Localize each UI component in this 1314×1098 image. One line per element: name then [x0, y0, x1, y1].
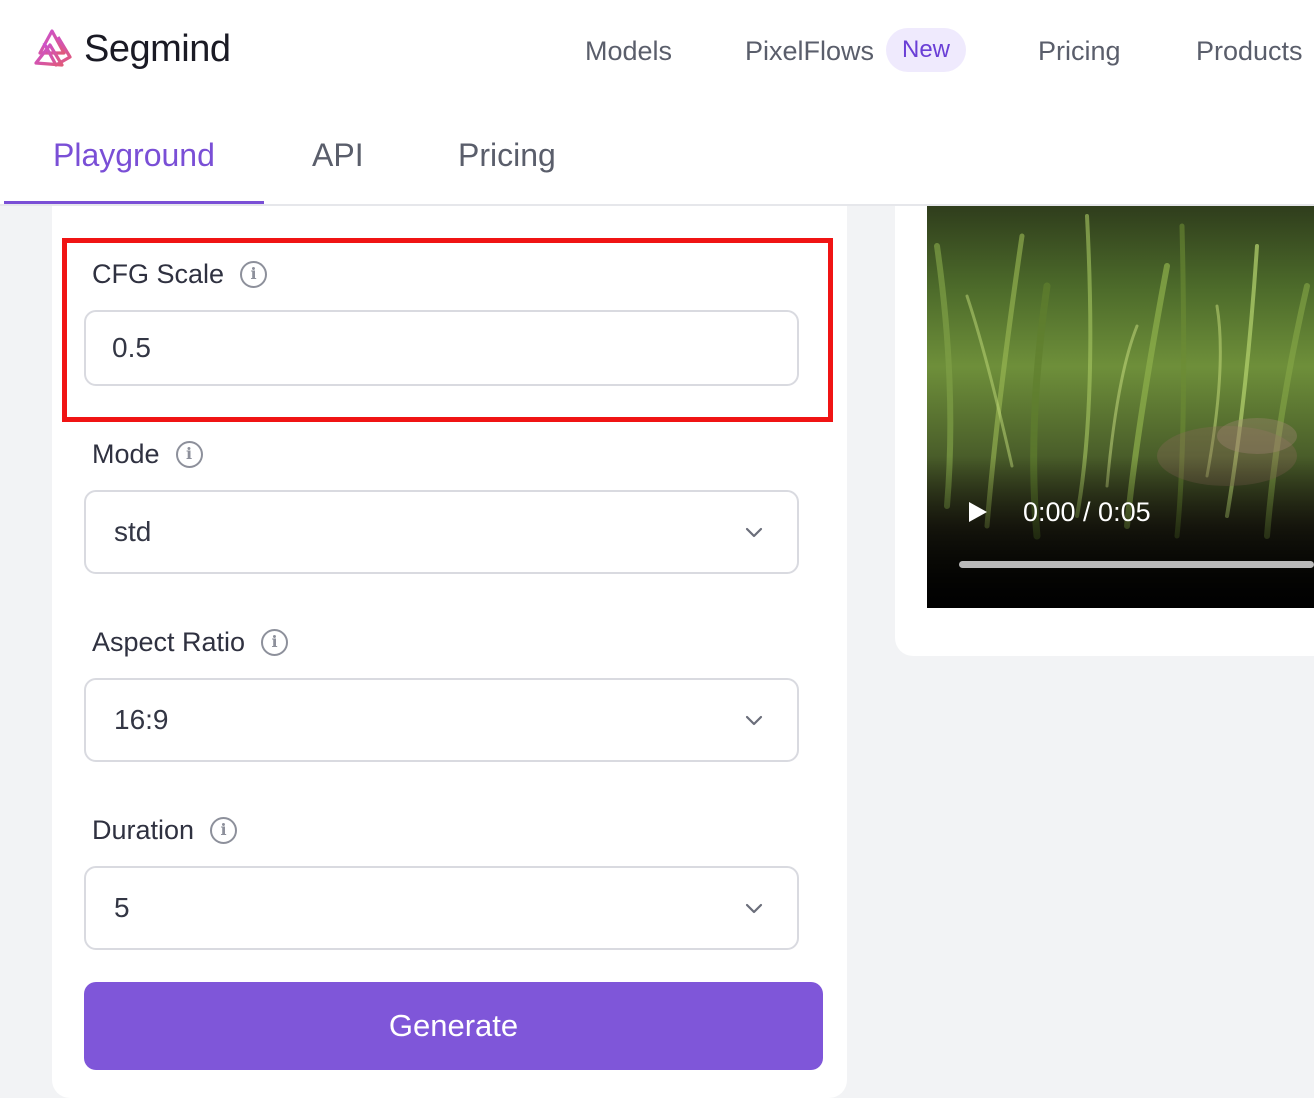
mode-selected-value: std [114, 516, 152, 547]
chevron-down-icon [745, 715, 763, 726]
model-tabs: Playground API Pricing [0, 100, 1314, 206]
brand-name: Segmind [84, 27, 231, 70]
highlight-box [62, 238, 833, 422]
video-progress-bar[interactable] [959, 561, 1314, 568]
tab-playground[interactable]: Playground [53, 136, 215, 174]
nav-products[interactable]: Products [1196, 34, 1303, 68]
segmind-logo-icon [34, 29, 72, 67]
tab-api[interactable]: API [312, 136, 364, 174]
aspect-ratio-label-text: Aspect Ratio [92, 627, 246, 657]
chevron-down-icon [745, 903, 763, 914]
brand-logo[interactable]: Segmind [32, 26, 231, 72]
aspect-ratio-label: Aspect Ratio i [92, 625, 289, 659]
nav-models[interactable]: Models [585, 34, 672, 68]
mode-label-text: Mode [92, 439, 160, 469]
duration-select[interactable]: 5 [84, 866, 799, 950]
aspect-ratio-selected-value: 16:9 [114, 704, 169, 735]
info-icon[interactable]: i [210, 816, 238, 844]
duration-label-text: Duration [92, 815, 195, 845]
video-player[interactable] [927, 206, 1314, 608]
chevron-down-icon [745, 527, 763, 538]
video-time-display: 0:00 / 0:05 [1023, 497, 1151, 527]
aspect-ratio-select[interactable]: 16:9 [84, 678, 799, 762]
info-icon[interactable]: i [261, 628, 289, 656]
info-icon[interactable]: i [175, 440, 203, 468]
active-tab-indicator [4, 201, 264, 204]
tab-pricing[interactable]: Pricing [458, 136, 556, 174]
new-badge: New [886, 28, 966, 72]
duration-label: Duration i [92, 813, 238, 847]
video-controls-gradient [927, 456, 1314, 608]
mode-label: Mode i [92, 437, 203, 471]
nav-pricing[interactable]: Pricing [1038, 34, 1121, 68]
top-navbar: Segmind Models PixelFlows New Pricing Pr… [0, 0, 1314, 100]
duration-selected-value: 5 [114, 892, 130, 923]
play-icon[interactable] [967, 500, 989, 524]
mode-select[interactable]: std [84, 490, 799, 574]
generate-button[interactable]: Generate [84, 982, 823, 1070]
nav-pixelflows[interactable]: PixelFlows [745, 34, 874, 68]
